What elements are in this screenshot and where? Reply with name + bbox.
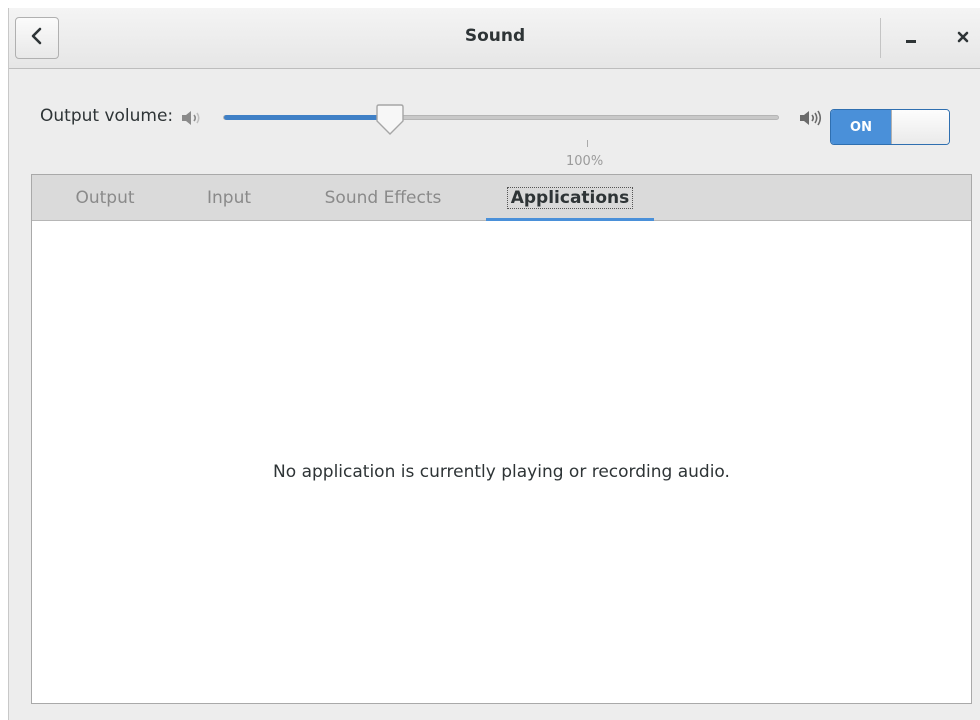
tab-input[interactable]: Input	[182, 175, 276, 221]
volume-slider-handle[interactable]	[375, 103, 405, 137]
speaker-high-icon	[799, 109, 823, 131]
close-icon	[956, 29, 970, 48]
volume-slider-fill	[224, 115, 391, 120]
tab-applications[interactable]: Applications	[486, 175, 654, 221]
tab-applications-label: Applications	[506, 187, 634, 209]
sound-notebook: Output Input Sound Effects Applications …	[31, 174, 972, 704]
tab-input-label: Input	[206, 188, 252, 208]
minimize-button[interactable]	[893, 20, 929, 56]
tab-sound-effects[interactable]: Sound Effects	[304, 175, 462, 221]
tab-output[interactable]: Output	[50, 175, 160, 221]
volume-slider[interactable]	[223, 115, 779, 120]
applications-empty-message: No application is currently playing or r…	[273, 462, 730, 482]
close-button[interactable]	[945, 20, 980, 56]
output-toggle-switch[interactable]: ON	[830, 109, 950, 145]
speaker-low-icon	[181, 109, 203, 131]
tab-bar: Output Input Sound Effects Applications	[32, 175, 971, 221]
volume-100-mark	[587, 140, 588, 147]
header-bar: Sound	[9, 8, 980, 69]
sound-window: Sound Output volume: 100% ON Output Inpu…	[8, 8, 980, 720]
tab-sound-effects-label: Sound Effects	[324, 188, 442, 208]
output-volume-label: Output volume:	[40, 106, 174, 126]
header-separator	[880, 18, 881, 58]
switch-knob	[891, 110, 949, 144]
tab-output-label: Output	[75, 188, 135, 208]
active-tab-indicator	[486, 218, 654, 221]
switch-on-label: ON	[831, 110, 891, 144]
window-title: Sound	[464, 26, 526, 46]
minimize-icon	[904, 29, 918, 48]
volume-100-mark-label: 100%	[566, 154, 604, 169]
